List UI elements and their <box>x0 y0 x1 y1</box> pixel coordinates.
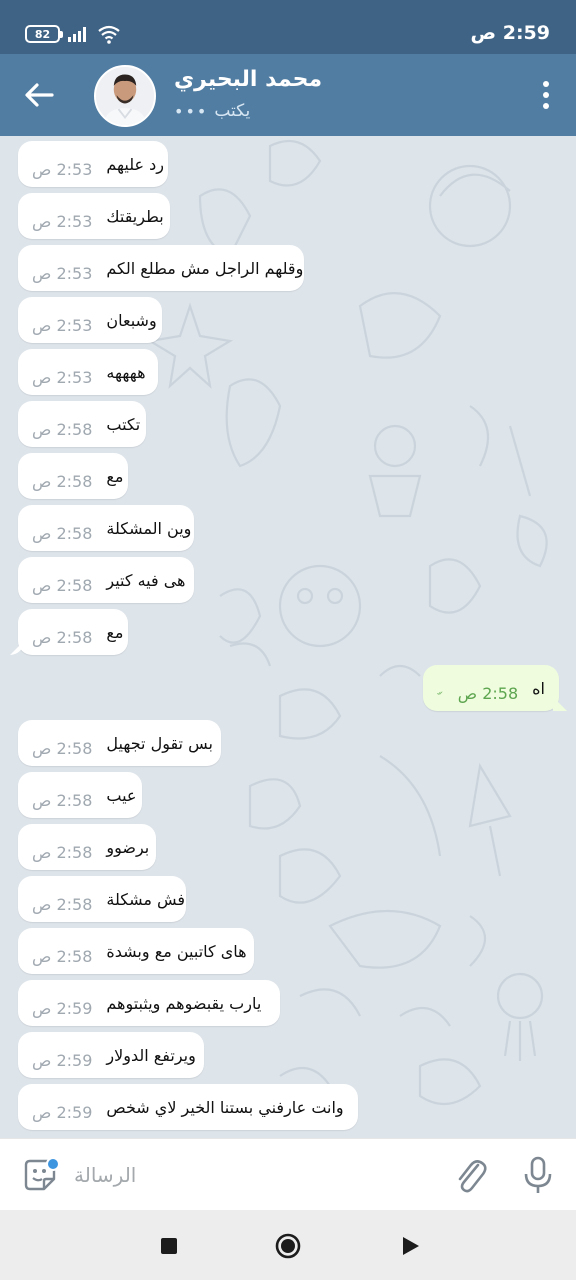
message-text: وشبعان <box>106 310 157 330</box>
message-bubble[interactable]: وين المشكلة 2:58 ص <box>18 505 194 551</box>
message-bubble[interactable]: بس تقول تجهيل 2:58 ص <box>18 720 221 766</box>
person-avatar-icon <box>96 67 154 125</box>
arrow-left-icon[interactable] <box>22 78 56 112</box>
message-text: وين المشكلة <box>106 518 192 538</box>
more-vertical-icon[interactable] <box>540 80 552 110</box>
message-time: 2:53 ص <box>32 211 93 231</box>
message-bubble[interactable]: رد عليهم 2:53 ص <box>18 141 168 187</box>
message-bubble[interactable]: عيب 2:58 ص <box>18 772 142 818</box>
chat-area[interactable]: رد عليهم 2:53 ص بطريقتك 2:53 ص وقلهم الر… <box>0 136 576 1138</box>
avatar[interactable] <box>94 65 156 127</box>
message-text: بطريقتك <box>106 206 164 226</box>
message-text: ويرتفع الدولار <box>106 1045 196 1065</box>
back-triangle-icon[interactable] <box>396 1232 424 1260</box>
message-text: وقلهم الراجل مش مطلع الكم <box>106 258 304 278</box>
message-time: 2:59 ص <box>32 1102 93 1122</box>
message-bubble[interactable]: فش مشكلة 2:58 ص <box>18 876 186 922</box>
message-time: 2:58 ص <box>32 738 93 758</box>
message-text: ههههه <box>106 362 146 382</box>
message-time: 2:58 ص <box>32 419 93 439</box>
message-text: مع <box>106 466 124 486</box>
double-check-icon <box>437 691 443 695</box>
message-text: مع <box>106 622 124 642</box>
message-time: 2:58 ص <box>32 842 93 862</box>
message-input[interactable] <box>74 1157 434 1193</box>
signal-icon <box>68 27 86 42</box>
status-bar: 82 2:59 ص <box>0 0 576 54</box>
message-text: تكتب <box>106 414 141 434</box>
chat-header: محمد البحيري ••• يكتب <box>0 54 576 136</box>
home-icon[interactable] <box>274 1232 302 1260</box>
message-text: يارب يقبضوهم ويثبتوهم <box>106 993 262 1013</box>
contact-name[interactable]: محمد البحيري <box>174 67 322 92</box>
outgoing-message-bubble[interactable]: 2:58 ص اه <box>423 665 559 711</box>
message-bubble[interactable]: بطريقتك 2:53 ص <box>18 193 170 239</box>
message-time: 2:58 ص <box>32 523 93 543</box>
typing-dots: ••• <box>174 101 209 121</box>
message-text: عيب <box>106 785 137 805</box>
message-time: 2:58 ص <box>32 946 93 966</box>
message-text: هى فيه كتير <box>106 570 186 590</box>
typing-label: يكتب <box>214 101 251 121</box>
battery-level: 82 <box>34 27 51 41</box>
message-text: اه <box>532 678 545 698</box>
message-time: 2:58 ص <box>457 683 519 703</box>
message-time: 2:53 ص <box>32 159 93 179</box>
message-time: 2:53 ص <box>32 263 93 283</box>
message-text: برضوو <box>106 837 150 857</box>
message-text: هاى كاتبين مع وبشدة <box>106 941 247 961</box>
typing-status: ••• يكتب <box>174 101 250 121</box>
message-time: 2:58 ص <box>32 575 93 595</box>
battery-icon: 82 <box>25 25 63 43</box>
message-bubble[interactable]: ويرتفع الدولار 2:59 ص <box>18 1032 204 1078</box>
paperclip-icon[interactable] <box>452 1155 488 1195</box>
message-time: 2:58 ص <box>32 471 93 491</box>
status-clock: 2:59 ص <box>470 22 550 44</box>
message-text: فش مشكلة <box>106 889 186 909</box>
microphone-icon[interactable] <box>522 1155 554 1195</box>
message-time: 2:53 ص <box>32 367 93 387</box>
message-bubble[interactable]: مع 2:58 ص <box>18 453 128 499</box>
message-bubble[interactable]: وقلهم الراجل مش مطلع الكم 2:53 ص <box>18 245 304 291</box>
message-time: 2:53 ص <box>32 315 93 335</box>
message-text: بس تقول تجهيل <box>106 733 213 753</box>
message-time: 2:58 ص <box>32 627 93 647</box>
system-navigation-bar <box>0 1210 576 1280</box>
message-time: 2:59 ص <box>32 1050 93 1070</box>
message-bubble[interactable]: هى فيه كتير 2:58 ص <box>18 557 194 603</box>
message-time: 2:58 ص <box>32 790 93 810</box>
message-text: رد عليهم <box>106 154 165 174</box>
message-bubble[interactable]: تكتب 2:58 ص <box>18 401 146 447</box>
message-bubble[interactable]: يارب يقبضوهم ويثبتوهم 2:59 ص <box>18 980 280 1026</box>
sticker-badge <box>46 1157 60 1171</box>
message-time: 2:58 ص <box>32 894 93 914</box>
message-bubble[interactable]: هاى كاتبين مع وبشدة 2:58 ص <box>18 928 254 974</box>
message-bubble[interactable]: ههههه 2:53 ص <box>18 349 158 395</box>
message-bubble[interactable]: مع 2:58 ص <box>18 609 128 655</box>
message-bubble[interactable]: وانت عارفني بستنا الخير لاي شخص 2:59 ص <box>18 1084 358 1130</box>
recent-apps-icon[interactable] <box>155 1232 183 1260</box>
message-composer <box>0 1138 576 1210</box>
wifi-icon <box>98 25 120 44</box>
message-time: 2:59 ص <box>32 998 93 1018</box>
message-bubble[interactable]: برضوو 2:58 ص <box>18 824 156 870</box>
message-bubble[interactable]: وشبعان 2:53 ص <box>18 297 162 343</box>
message-text: وانت عارفني بستنا الخير لاي شخص <box>106 1097 344 1117</box>
